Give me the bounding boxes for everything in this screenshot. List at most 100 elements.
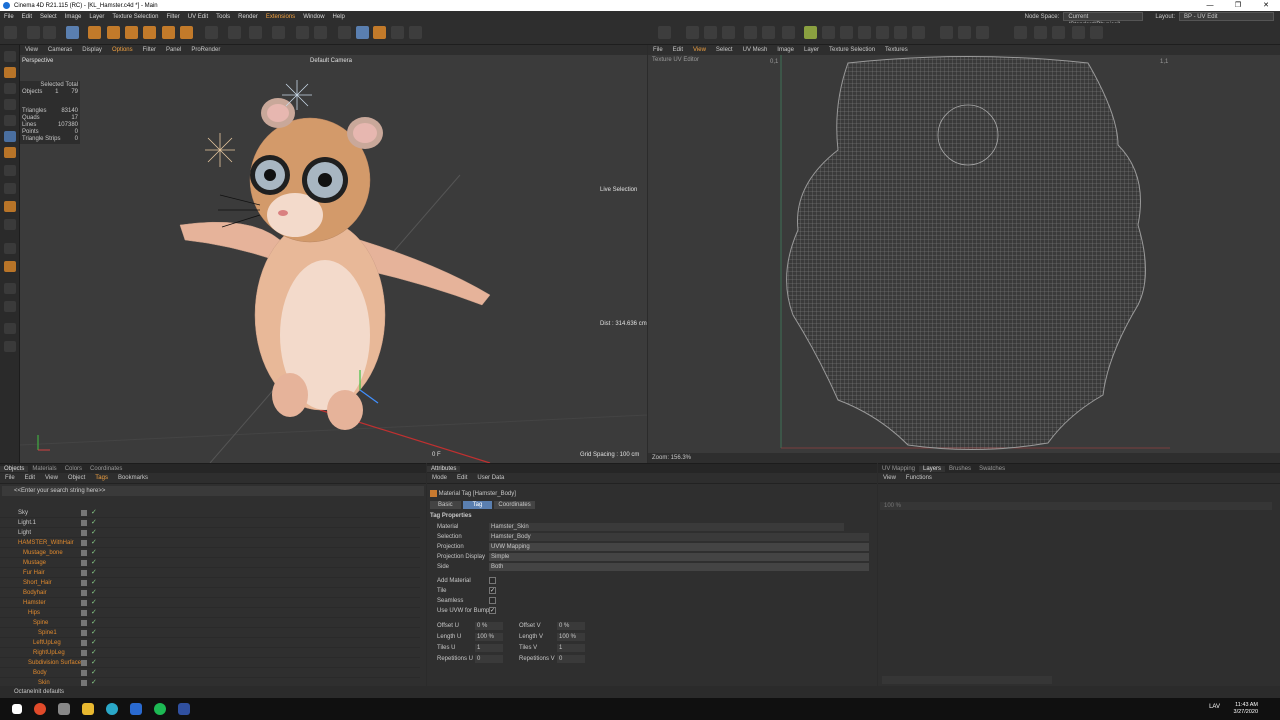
uv-tool3-icon[interactable] bbox=[782, 26, 795, 39]
gradient-icon[interactable] bbox=[4, 183, 16, 194]
object-row[interactable]: Body ✓ bbox=[0, 668, 420, 678]
uv-menu-textures[interactable]: Textures bbox=[880, 47, 913, 53]
texture-mode-icon[interactable] bbox=[4, 99, 16, 110]
enable-check-icon[interactable]: ✓ bbox=[91, 668, 97, 678]
object-row[interactable]: Bodyhair ✓ bbox=[0, 588, 420, 598]
enable-check-icon[interactable]: ✓ bbox=[91, 608, 97, 618]
object-name[interactable]: HAMSTER_WithHair bbox=[18, 538, 74, 548]
tab-uv-mapping[interactable]: UV Mapping bbox=[878, 466, 919, 472]
node-space-dropdown[interactable]: Current (Standard/Physical) bbox=[1063, 12, 1144, 28]
uv-menu-layer[interactable]: Layer bbox=[799, 47, 824, 53]
enable-check-icon[interactable]: ✓ bbox=[91, 638, 97, 648]
uv-snap2-icon[interactable] bbox=[1090, 26, 1103, 39]
visibility-toggle[interactable] bbox=[81, 600, 87, 606]
enable-check-icon[interactable]: ✓ bbox=[91, 508, 97, 518]
uv-menu-file[interactable]: File bbox=[648, 47, 668, 53]
object-name[interactable]: Short_Hair bbox=[23, 578, 52, 588]
objects-menu-bookmarks[interactable]: Bookmarks bbox=[113, 475, 153, 481]
object-name[interactable]: Light bbox=[18, 528, 31, 538]
object-search-input[interactable]: <<Enter your search string here>> bbox=[2, 486, 424, 496]
object-name[interactable]: Mustage_bone bbox=[23, 548, 63, 558]
tab-swatches[interactable]: Swatches bbox=[975, 466, 1009, 472]
uv-menu-edit[interactable]: Edit bbox=[668, 47, 688, 53]
visibility-toggle[interactable] bbox=[81, 640, 87, 646]
menu-help[interactable]: Help bbox=[329, 14, 349, 20]
enable-check-icon[interactable]: ✓ bbox=[91, 658, 97, 668]
attr-tab-basic[interactable]: Basic bbox=[430, 501, 461, 509]
uv-point-icon[interactable] bbox=[686, 26, 699, 39]
enable-check-icon[interactable]: ✓ bbox=[91, 618, 97, 628]
uv-menu-uv-mesh[interactable]: UV Mesh bbox=[738, 47, 773, 53]
uv-transform-icon[interactable] bbox=[804, 26, 817, 39]
projection-display-dropdown[interactable]: Simple bbox=[489, 553, 869, 561]
perspective-viewport[interactable]: View Cameras Display Options Filter Pane… bbox=[20, 45, 647, 463]
uv-poly-icon[interactable] bbox=[722, 26, 735, 39]
visibility-toggle[interactable] bbox=[81, 560, 87, 566]
menu-uv-edit[interactable]: UV Edit bbox=[184, 14, 212, 20]
maximize-icon[interactable]: ❐ bbox=[1224, 0, 1252, 11]
layer-opacity-slider[interactable]: 100 % bbox=[880, 502, 1272, 510]
brush-icon[interactable] bbox=[4, 131, 16, 142]
enable-check-icon[interactable]: ✓ bbox=[91, 648, 97, 658]
tiles-u-field[interactable]: 1 bbox=[475, 644, 503, 652]
viewport-menu-options[interactable]: Options bbox=[107, 47, 138, 53]
objects-menu-view[interactable]: View bbox=[40, 475, 63, 481]
enable-check-icon[interactable]: ✓ bbox=[91, 628, 97, 638]
viewport-menu-view[interactable]: View bbox=[20, 47, 43, 53]
tiles-v-field[interactable]: 1 bbox=[557, 644, 585, 652]
object-name[interactable]: Spine1 bbox=[38, 628, 57, 638]
uv-menu-select[interactable]: Select bbox=[711, 47, 738, 53]
object-row[interactable]: RightUpLeg ✓ bbox=[0, 648, 420, 658]
object-row[interactable]: HAMSTER_WithHair ✓ bbox=[0, 538, 420, 548]
fg-bg-color-icon[interactable] bbox=[4, 323, 16, 334]
object-row[interactable]: Fur Hair ✓ bbox=[0, 568, 420, 578]
model-mode-icon[interactable] bbox=[4, 67, 16, 78]
undo-icon[interactable] bbox=[27, 26, 40, 39]
repetitions-u-field[interactable]: 0 bbox=[475, 655, 503, 663]
object-row[interactable]: Light ✓ bbox=[0, 528, 420, 538]
length-u-field[interactable]: 100 % bbox=[475, 633, 503, 641]
uv-grid-icon[interactable] bbox=[1014, 26, 1027, 39]
object-name[interactable]: Fur Hair bbox=[23, 568, 45, 578]
uv-menu-texture-selection[interactable]: Texture Selection bbox=[824, 47, 880, 53]
object-row[interactable]: Mustage_bone ✓ bbox=[0, 548, 420, 558]
material-field[interactable]: Hamster_Skin bbox=[489, 523, 844, 531]
object-name[interactable]: Hamster bbox=[23, 598, 46, 608]
workplane-icon[interactable] bbox=[249, 26, 262, 39]
object-row[interactable]: Short_Hair ✓ bbox=[0, 578, 420, 588]
visibility-toggle[interactable] bbox=[81, 580, 87, 586]
tab-objects[interactable]: Objects bbox=[0, 465, 29, 472]
object-row[interactable]: Spine ✓ bbox=[0, 618, 420, 628]
menu-filter[interactable]: Filter bbox=[162, 14, 183, 20]
enable-check-icon[interactable]: ✓ bbox=[91, 558, 97, 568]
menu-extensions[interactable]: Extensions bbox=[262, 14, 299, 20]
objects-menu-edit[interactable]: Edit bbox=[20, 475, 40, 481]
add-material-checkbox[interactable] bbox=[489, 577, 496, 584]
steam-like-icon[interactable] bbox=[130, 703, 142, 715]
menu-image[interactable]: Image bbox=[61, 14, 86, 20]
menu-select[interactable]: Select bbox=[36, 14, 61, 20]
keyboard-language[interactable]: LAV bbox=[1209, 704, 1220, 710]
object-row[interactable]: Mustage ✓ bbox=[0, 558, 420, 568]
rotate-icon[interactable] bbox=[143, 26, 156, 39]
object-name[interactable]: Bodyhair bbox=[23, 588, 47, 598]
visibility-toggle[interactable] bbox=[81, 610, 87, 616]
uv-relax-icon[interactable] bbox=[940, 26, 953, 39]
text-tool-icon[interactable] bbox=[4, 243, 16, 254]
offset-v-field[interactable]: 0 % bbox=[557, 622, 585, 630]
star-icon[interactable] bbox=[4, 261, 16, 272]
close-icon[interactable]: ✕ bbox=[1252, 0, 1280, 11]
object-row[interactable]: Hips ✓ bbox=[0, 608, 420, 618]
cube-icon[interactable] bbox=[356, 26, 369, 39]
object-name[interactable]: Subdivision Surface bbox=[28, 658, 81, 668]
object-name[interactable]: Mustage bbox=[23, 558, 46, 568]
folder-icon[interactable] bbox=[82, 703, 94, 715]
visibility-toggle[interactable] bbox=[81, 650, 87, 656]
attr-tab-coordinates[interactable]: Coordinates bbox=[494, 501, 535, 509]
visibility-toggle[interactable] bbox=[81, 550, 87, 556]
tile-checkbox[interactable] bbox=[489, 586, 496, 596]
recent-tools-icon[interactable] bbox=[162, 26, 175, 39]
stamp-icon[interactable] bbox=[4, 147, 16, 158]
layout-dropdown[interactable]: BP - UV Edit bbox=[1179, 12, 1274, 21]
chrome-icon[interactable] bbox=[34, 703, 46, 715]
